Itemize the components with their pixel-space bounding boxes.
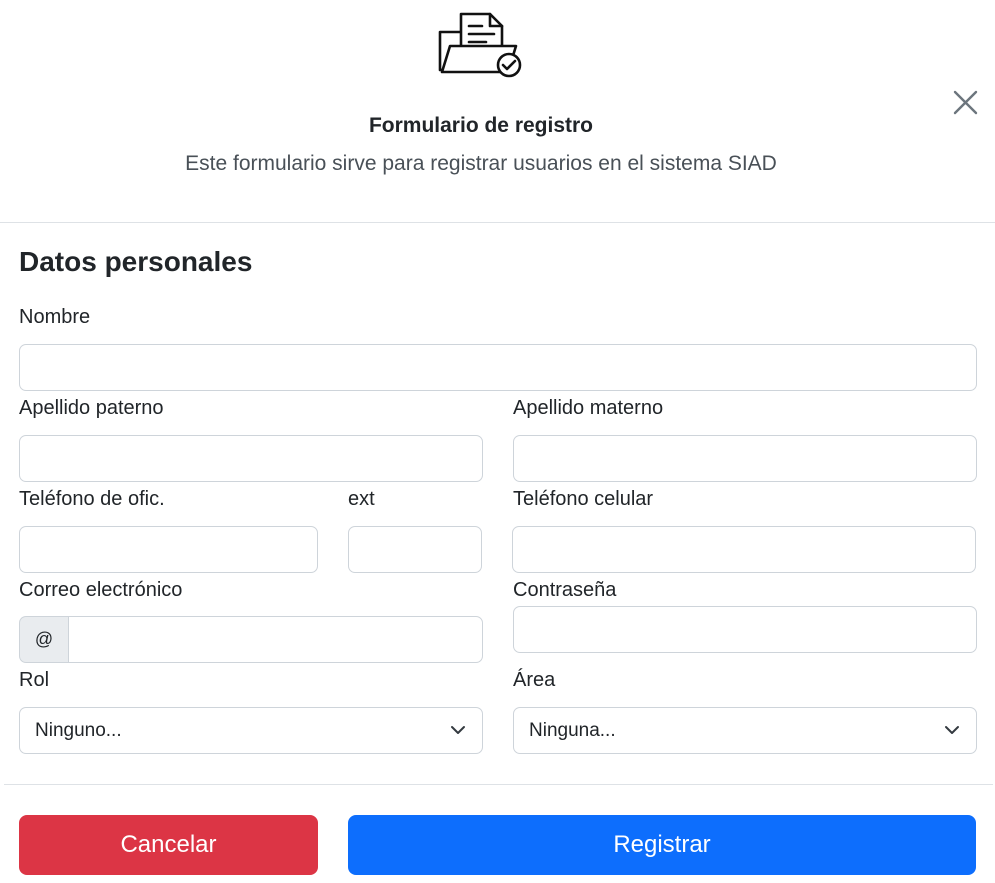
correo-input-group: @: [19, 616, 483, 663]
nombre-input[interactable]: [19, 344, 977, 391]
rol-selected-value: Ninguno...: [35, 719, 122, 741]
contrasena-label: Contraseña: [513, 579, 617, 601]
apellido-paterno-label: Apellido paterno: [19, 397, 164, 419]
modal-title: Formulario de registro: [368, 114, 594, 137]
telefono-oficina-input[interactable]: [19, 526, 318, 573]
chevron-down-icon: [945, 726, 959, 734]
section-title: Datos personales: [19, 246, 253, 277]
folder-document-check-icon: [438, 12, 522, 78]
cancel-button[interactable]: Cancelar: [19, 815, 318, 875]
correo-input[interactable]: [68, 616, 483, 663]
area-label: Área: [513, 669, 556, 691]
contrasena-input[interactable]: [513, 606, 977, 653]
telefono-oficina-label: Teléfono de ofic.: [19, 488, 165, 510]
apellido-materno-label: Apellido materno: [513, 397, 664, 419]
area-selected-value: Ninguna...: [529, 719, 616, 741]
correo-label: Correo electrónico: [19, 579, 183, 601]
chevron-down-icon: [451, 726, 465, 734]
at-sign-addon: @: [19, 616, 68, 663]
telefono-celular-input[interactable]: [512, 526, 976, 573]
ext-input[interactable]: [348, 526, 482, 573]
ext-label: ext: [348, 488, 375, 510]
modal-subtitle: Este formulario sirve para registrar usu…: [185, 152, 777, 175]
rol-label: Rol: [19, 669, 50, 691]
register-button[interactable]: Registrar: [348, 815, 976, 875]
telefono-celular-label: Teléfono celular: [513, 488, 654, 510]
apellido-materno-input[interactable]: [513, 435, 977, 482]
area-select[interactable]: Ninguna...: [513, 707, 977, 754]
rol-select[interactable]: Ninguno...: [19, 707, 483, 754]
footer-divider: [4, 784, 993, 785]
header-divider: [0, 222, 995, 223]
nombre-label: Nombre: [19, 306, 91, 328]
apellido-paterno-input[interactable]: [19, 435, 483, 482]
